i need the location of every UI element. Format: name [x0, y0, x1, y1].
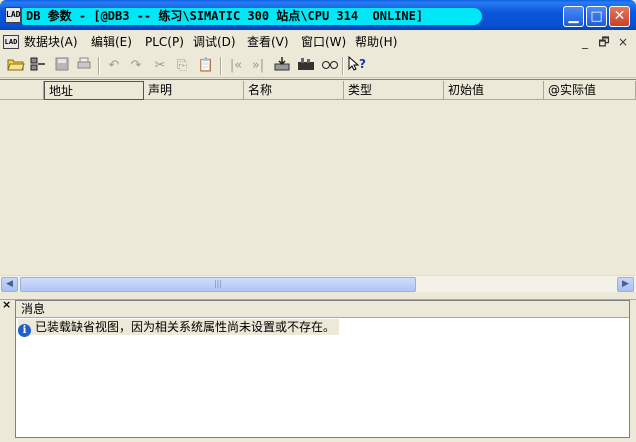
- first-icon[interactable]: |«: [226, 56, 246, 76]
- menu-view[interactable]: 查看(V): [247, 35, 289, 50]
- menu-plc[interactable]: PLC(P): [145, 35, 184, 50]
- column-header-initial-value[interactable]: 初始值: [444, 81, 544, 100]
- toolbar-separator: [98, 57, 100, 75]
- last-icon[interactable]: »|: [248, 56, 268, 76]
- toolbar: ↶ ↷ ✂ ⎘ 📋 |« »| ?: [0, 54, 636, 78]
- message-pane: 消息 i 已装载缺省视图，因为相关系统属性尚未设置或不存在。: [15, 300, 630, 438]
- horizontal-scrollbar[interactable]: ◀ ||| ▶: [0, 275, 636, 292]
- scroll-right-button[interactable]: ▶: [617, 277, 634, 292]
- online-icon[interactable]: [28, 56, 48, 76]
- toolbar-separator: [342, 57, 344, 75]
- open-folder-icon[interactable]: [6, 56, 26, 76]
- menu-bar: LAD 数据块(A) 编辑(E) PLC(P) 调试(D) 查看(V) 窗口(W…: [0, 30, 636, 54]
- message-row[interactable]: i 已装载缺省视图，因为相关系统属性尚未设置或不存在。: [18, 319, 340, 337]
- menu-debug[interactable]: 调试(D): [193, 35, 236, 50]
- monitor-icon[interactable]: [296, 56, 316, 76]
- menu-data-block[interactable]: 数据块(A): [24, 35, 78, 50]
- help-icon[interactable]: ?: [347, 55, 367, 76]
- title-bar[interactable]: LAD DB 参数 - [@DB3 -- 练习\SIMATIC 300 站点\C…: [0, 0, 636, 30]
- mdi-minimize-button[interactable]: _: [578, 35, 592, 49]
- column-header-declaration[interactable]: 声明: [144, 81, 244, 100]
- menu-window[interactable]: 窗口(W): [301, 35, 346, 50]
- menu-edit[interactable]: 编辑(E): [91, 35, 132, 50]
- glasses-icon[interactable]: [320, 56, 340, 76]
- message-text: 已装载缺省视图，因为相关系统属性尚未设置或不存在。: [35, 320, 336, 334]
- redo-icon[interactable]: ↷: [126, 56, 146, 76]
- mdi-restore-button[interactable]: 🗗: [597, 35, 611, 49]
- minimize-button[interactable]: ▁: [563, 6, 584, 27]
- message-pane-header: 消息: [16, 301, 629, 318]
- status-strip: [0, 438, 636, 442]
- toolbar-separator: [220, 57, 222, 75]
- undo-icon[interactable]: ↶: [104, 56, 124, 76]
- column-header-type[interactable]: 类型: [344, 81, 444, 100]
- column-header-actual-value[interactable]: @实际值: [544, 81, 636, 100]
- svg-text:?: ?: [359, 57, 366, 71]
- save-icon[interactable]: [52, 56, 72, 76]
- column-header-address[interactable]: 地址: [44, 81, 144, 100]
- pane-splitter[interactable]: [0, 292, 636, 300]
- print-icon[interactable]: [74, 56, 94, 76]
- document-icon[interactable]: LAD: [3, 35, 19, 49]
- app-icon[interactable]: LAD: [5, 7, 21, 23]
- scroll-left-button[interactable]: ◀: [1, 277, 18, 292]
- column-header-name[interactable]: 名称: [244, 81, 344, 100]
- cut-icon[interactable]: ✂: [150, 56, 170, 76]
- message-pane-close-icon[interactable]: ×: [2, 299, 12, 310]
- mdi-close-button[interactable]: ×: [616, 35, 630, 49]
- paste-icon[interactable]: 📋: [196, 56, 216, 76]
- scroll-thumb[interactable]: |||: [20, 277, 416, 292]
- table-row-header-corner: [0, 81, 44, 100]
- menu-help[interactable]: 帮助(H): [355, 35, 397, 50]
- window-title: DB 参数 - [@DB3 -- 练习\SIMATIC 300 站点\CPU 3…: [22, 8, 482, 25]
- copy-icon[interactable]: ⎘: [172, 56, 192, 76]
- info-icon: i: [18, 324, 31, 337]
- maximize-button[interactable]: □: [586, 6, 607, 27]
- download-icon[interactable]: [272, 56, 292, 76]
- close-button[interactable]: ✕: [609, 6, 630, 27]
- data-table[interactable]: 地址 声明 名称 类型 初始值 @实际值: [0, 79, 636, 275]
